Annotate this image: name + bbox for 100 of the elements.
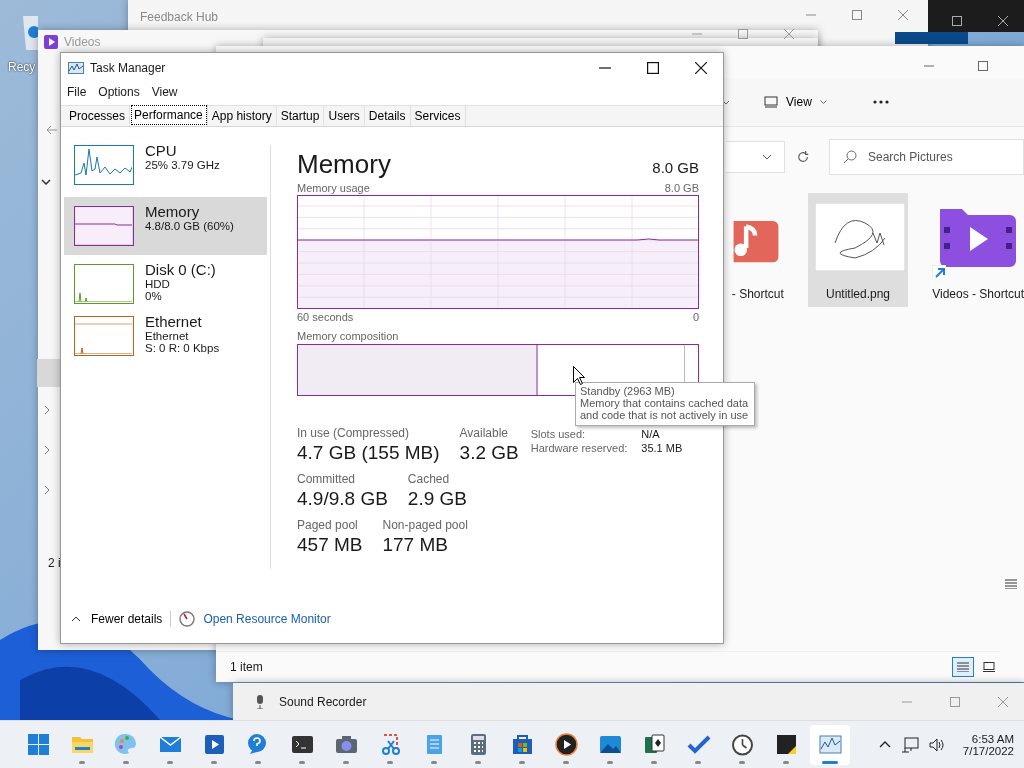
tooltip-text: Memory that contains cached data and code that is not actively in use <box>580 397 749 421</box>
running-indicator <box>387 760 393 764</box>
resource-item[interactable]: Disk 0 (C:) HDD 0% <box>64 264 267 316</box>
running-indicator <box>299 760 305 764</box>
list-view-icon[interactable] <box>1005 579 1017 589</box>
graph-max-label: 8.0 GB <box>664 182 699 194</box>
resource-detail: Ethernet <box>145 330 190 342</box>
chevron-down-icon[interactable] <box>761 154 772 160</box>
windows-logo-icon <box>25 732 51 757</box>
running-indicator <box>739 760 745 764</box>
search-field[interactable]: Search Pictures <box>829 139 1024 175</box>
stat-value: 2.9 GB <box>407 488 467 510</box>
running-indicator <box>123 760 129 764</box>
running-indicator <box>783 760 789 764</box>
page-heading: Memory <box>297 149 391 180</box>
performance-chart-icon <box>817 732 843 757</box>
running-indicator <box>431 760 437 764</box>
gauge-icon <box>179 611 196 627</box>
back-arrow-icon[interactable] <box>46 125 58 135</box>
detail-label: Hardware reserved: <box>530 442 628 454</box>
chevron-right-icon[interactable] <box>44 405 50 415</box>
resource-detail: 0% <box>145 290 163 302</box>
close-icon[interactable] <box>998 16 1008 26</box>
refresh-icon[interactable] <box>796 150 809 164</box>
running-indicator <box>822 760 838 764</box>
microphone-icon <box>255 694 265 709</box>
recycle-bin-icon[interactable] <box>22 16 38 50</box>
tooltip-title: Standby (2963 MB) <box>580 385 676 397</box>
stat-label: In use (Compressed) <box>297 426 411 440</box>
tab[interactable]: Services <box>410 106 466 126</box>
clock[interactable]: 6:53 AM 7/17/2022 <box>962 732 1014 757</box>
stat-label: Committed <box>297 472 356 486</box>
resource-detail: 4.8/8.0 GB (60%) <box>145 220 234 232</box>
stat-label: Available <box>459 426 510 440</box>
menu-item[interactable]: View <box>151 85 178 103</box>
running-indicator <box>695 760 701 764</box>
status-text: 1 item <box>230 660 263 674</box>
running-indicator <box>255 760 261 764</box>
search-icon <box>843 150 857 164</box>
menu-item[interactable]: File <box>67 85 87 103</box>
resource-name: CPU <box>145 142 178 159</box>
chevron-down-icon[interactable] <box>722 99 730 105</box>
stat-label: Non-paged pool <box>382 518 468 532</box>
graph-label: Memory usage <box>297 182 370 194</box>
resource-name: Ethernet <box>145 313 203 330</box>
running-indicator <box>563 760 569 764</box>
maximize-icon[interactable] <box>647 62 659 74</box>
resource-detail: 25% 3.79 GHz <box>145 159 220 171</box>
resource-monitor-link[interactable]: Open Resource Monitor <box>203 612 331 626</box>
detail-value: N/A <box>641 428 661 440</box>
shortcut-tile[interactable]: Videos - Shortcut <box>932 193 1024 307</box>
resource-item[interactable]: CPU 25% 3.79 GHz <box>64 145 267 197</box>
stat-label: Cached <box>407 472 451 486</box>
window-title: Videos <box>64 35 101 49</box>
tab[interactable]: Performance <box>130 104 208 126</box>
play-icon <box>44 35 58 49</box>
fewer-details-button[interactable]: Fewer details <box>71 612 163 626</box>
section-label: Memory composition <box>297 330 400 342</box>
running-indicator <box>475 760 481 764</box>
display-icon <box>764 96 778 108</box>
list-icon <box>957 662 969 672</box>
chevron-up-icon <box>71 616 81 622</box>
running-indicator <box>167 760 173 764</box>
running-indicator <box>211 760 217 764</box>
chevron-down-icon[interactable] <box>41 179 51 185</box>
running-indicator <box>607 760 613 764</box>
stat-value: 4.9/9.8 GB <box>297 488 388 510</box>
network-icon[interactable] <box>900 736 919 753</box>
resource-item[interactable]: Memory 4.8/8.0 GB (60%) <box>64 197 267 255</box>
chevron-right-icon[interactable] <box>44 485 50 495</box>
resource-item[interactable]: Ethernet Ethernet S: 0 R: 0 Kbps <box>64 316 267 368</box>
tab[interactable]: App history <box>207 106 277 126</box>
maximize-icon[interactable] <box>952 16 962 26</box>
chevron-right-icon[interactable] <box>44 445 50 455</box>
status-text: 2 i <box>48 556 61 570</box>
running-indicator <box>651 760 657 764</box>
stat-label: Paged pool <box>297 518 359 532</box>
tab[interactable]: Details <box>364 106 411 126</box>
resource-detail: S: 0 R: 0 Kbps <box>145 342 220 354</box>
resource-name: Memory <box>145 203 201 220</box>
graph-time-label: 60 seconds <box>297 311 354 323</box>
running-indicator <box>79 760 85 764</box>
image-tile[interactable]: Untitled.png <box>807 193 909 307</box>
play-circle-icon <box>553 732 579 757</box>
tab[interactable]: Startup <box>276 106 325 126</box>
chevron-up-icon[interactable] <box>878 741 891 748</box>
close-icon[interactable] <box>695 62 707 74</box>
details-view-button[interactable] <box>952 657 974 677</box>
running-indicator <box>519 760 525 764</box>
tab[interactable]: Users <box>324 106 365 126</box>
window-title: Task Manager <box>90 61 167 75</box>
volume-icon[interactable] <box>928 737 945 752</box>
menu-item[interactable]: Options <box>98 85 140 103</box>
resource-detail: HDD <box>145 278 171 290</box>
alarm-clock-icon <box>729 732 755 757</box>
view-button[interactable]: View <box>758 91 833 113</box>
more-icon[interactable] <box>872 100 889 104</box>
running-indicator <box>343 760 349 764</box>
stat-value: 177 MB <box>382 534 449 556</box>
shortcut-tile[interactable]: - Shortcut <box>726 193 784 307</box>
